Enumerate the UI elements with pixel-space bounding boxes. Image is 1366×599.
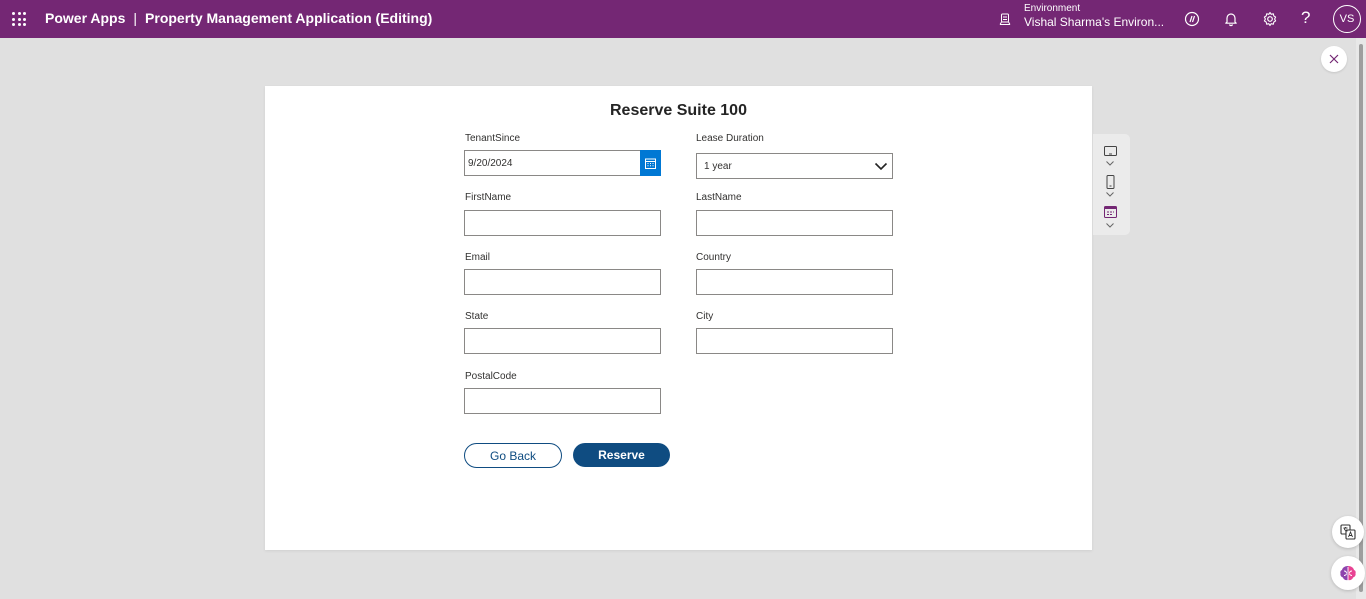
close-button[interactable] bbox=[1321, 46, 1347, 72]
lease-duration-label: Lease Duration bbox=[696, 133, 764, 144]
postal-code-input[interactable] bbox=[464, 388, 661, 414]
state-label: State bbox=[465, 311, 489, 322]
waffle-icon[interactable] bbox=[12, 12, 26, 26]
state-input[interactable] bbox=[464, 328, 661, 354]
first-name-label: FirstName bbox=[465, 192, 512, 203]
product-name[interactable]: Power Apps bbox=[45, 10, 125, 26]
lease-duration-dropdown[interactable]: 1 year bbox=[696, 153, 893, 179]
country-input[interactable] bbox=[696, 269, 893, 295]
copilot-assistant-button[interactable] bbox=[1331, 556, 1365, 590]
last-name-input[interactable] bbox=[696, 210, 893, 236]
reserve-button[interactable]: Reserve bbox=[573, 443, 670, 467]
bell-icon[interactable] bbox=[1223, 11, 1239, 27]
tenant-since-value: 9/20/2024 bbox=[468, 158, 513, 169]
city-label: City bbox=[696, 311, 714, 322]
chevron-down-icon[interactable] bbox=[1106, 223, 1114, 228]
help-icon[interactable]: ? bbox=[1301, 8, 1310, 28]
environment-icon bbox=[999, 13, 1011, 25]
first-name-input[interactable] bbox=[464, 210, 661, 236]
calendar-button[interactable] bbox=[640, 150, 661, 176]
translate-icon bbox=[1340, 524, 1356, 540]
title-separator: | bbox=[133, 10, 138, 26]
translate-button[interactable] bbox=[1332, 516, 1364, 548]
page-title: Reserve Suite 100 bbox=[610, 102, 747, 119]
app-name: Property Management Application (Editing… bbox=[145, 10, 433, 26]
lease-duration-value: 1 year bbox=[704, 161, 732, 172]
app-title: Power Apps | Property Management Applicati… bbox=[45, 10, 432, 26]
close-icon bbox=[1329, 54, 1339, 64]
environment-picker[interactable]: Vishal Sharma's Environ... bbox=[1024, 15, 1164, 29]
tenant-since-datepicker[interactable]: 9/20/2024 bbox=[464, 150, 661, 176]
phone-icon[interactable] bbox=[1104, 175, 1117, 189]
calendar-view-icon[interactable] bbox=[1104, 206, 1117, 218]
postal-code-label: PostalCode bbox=[465, 371, 517, 382]
city-input[interactable] bbox=[696, 328, 893, 354]
email-label: Email bbox=[465, 252, 491, 263]
brain-icon bbox=[1340, 566, 1356, 581]
go-back-button[interactable]: Go Back bbox=[464, 443, 562, 468]
avatar[interactable]: VS bbox=[1333, 5, 1361, 33]
gear-icon[interactable] bbox=[1262, 11, 1278, 27]
tablet-icon[interactable] bbox=[1104, 146, 1117, 157]
chevron-down-icon bbox=[874, 162, 888, 171]
country-label: Country bbox=[696, 252, 732, 263]
app-canvas: Reserve Suite 100 TenantSince 9/20/2024 … bbox=[265, 86, 1092, 550]
scrollbar-thumb[interactable] bbox=[1359, 44, 1363, 592]
last-name-label: LastName bbox=[696, 192, 742, 203]
chevron-down-icon[interactable] bbox=[1106, 161, 1114, 166]
tenant-since-label: TenantSince bbox=[465, 133, 521, 144]
calendar-icon bbox=[645, 158, 656, 169]
email-input[interactable] bbox=[464, 269, 661, 295]
copilot-icon[interactable] bbox=[1184, 11, 1200, 27]
device-preview-toolbar bbox=[1093, 134, 1130, 235]
top-header: Power Apps | Property Management Applicati… bbox=[0, 0, 1366, 38]
environment-label: Environment bbox=[1024, 3, 1081, 14]
chevron-down-icon[interactable] bbox=[1106, 192, 1114, 197]
